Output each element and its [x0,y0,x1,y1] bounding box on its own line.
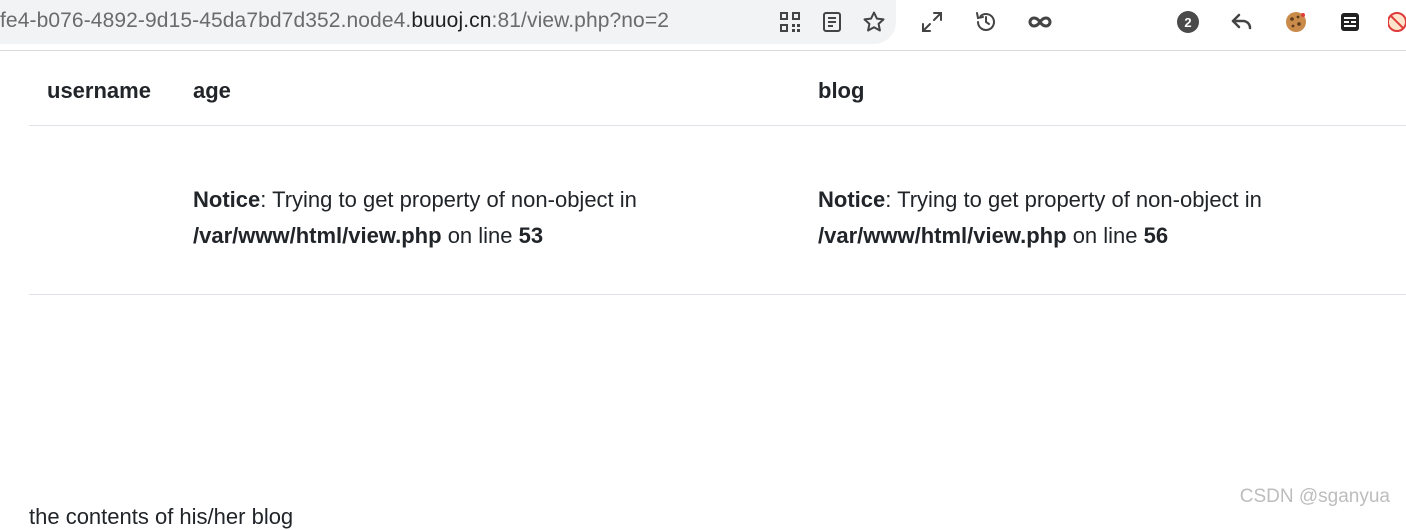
notice-path: /var/www/html/view.php [818,223,1067,248]
header-username: username [47,78,151,103]
browser-toolbar: fe4-b076-4892-9d15-45da7bd7d352.node4.bu… [0,0,1406,51]
extension-badge-count: 2 [1177,11,1199,33]
extension-badge-icon[interactable]: 2 [1174,8,1202,36]
notice-on-line: on line [441,223,519,248]
notice-text: : Trying to get property of non-object i… [260,187,637,212]
cell-age: Notice: Trying to get property of non-ob… [193,182,753,254]
bookmark-star-icon[interactable] [860,8,888,36]
notice-path: /var/www/html/view.php [193,223,442,248]
notice-line-number: 53 [518,223,544,248]
cookie-extension-icon[interactable] [1282,8,1310,36]
cell-blog: Notice: Trying to get property of non-ob… [818,182,1378,254]
history-icon[interactable] [972,8,1000,36]
url-host: buuoj.cn [411,9,492,32]
fullscreen-expand-icon[interactable] [918,8,946,36]
csdn-watermark: CSDN @sganyua [1239,486,1390,507]
table-header-row: username age blog [29,52,1406,126]
blog-contents-text: the contents of his/her blog [29,504,294,529]
reader-mode-icon[interactable] [818,8,846,36]
table-row: Notice: Trying to get property of non-ob… [29,126,1406,295]
url-prefix: fe4-b076-4892-9d15-45da7bd7d352.node4. [0,9,412,32]
infinity-icon[interactable] [1026,8,1054,36]
terminal-extension-icon[interactable] [1336,8,1364,36]
header-blog: blog [818,78,865,103]
url-text[interactable]: fe4-b076-4892-9d15-45da7bd7d352.node4.bu… [0,9,669,33]
url-suffix: :81/view.php?no=2 [491,9,669,32]
header-age: age [193,78,231,103]
qr-code-icon[interactable] [776,8,804,36]
notice-line-number: 56 [1143,223,1169,248]
notice-label: Notice [193,187,261,212]
notice-text: : Trying to get property of non-object i… [885,187,1262,212]
reply-arrow-icon[interactable] [1228,8,1256,36]
blocked-extension-icon[interactable] [1388,8,1406,36]
notice-label: Notice [818,187,886,212]
address-bar[interactable]: fe4-b076-4892-9d15-45da7bd7d352.node4.bu… [0,0,896,44]
notice-on-line: on line [1066,223,1144,248]
